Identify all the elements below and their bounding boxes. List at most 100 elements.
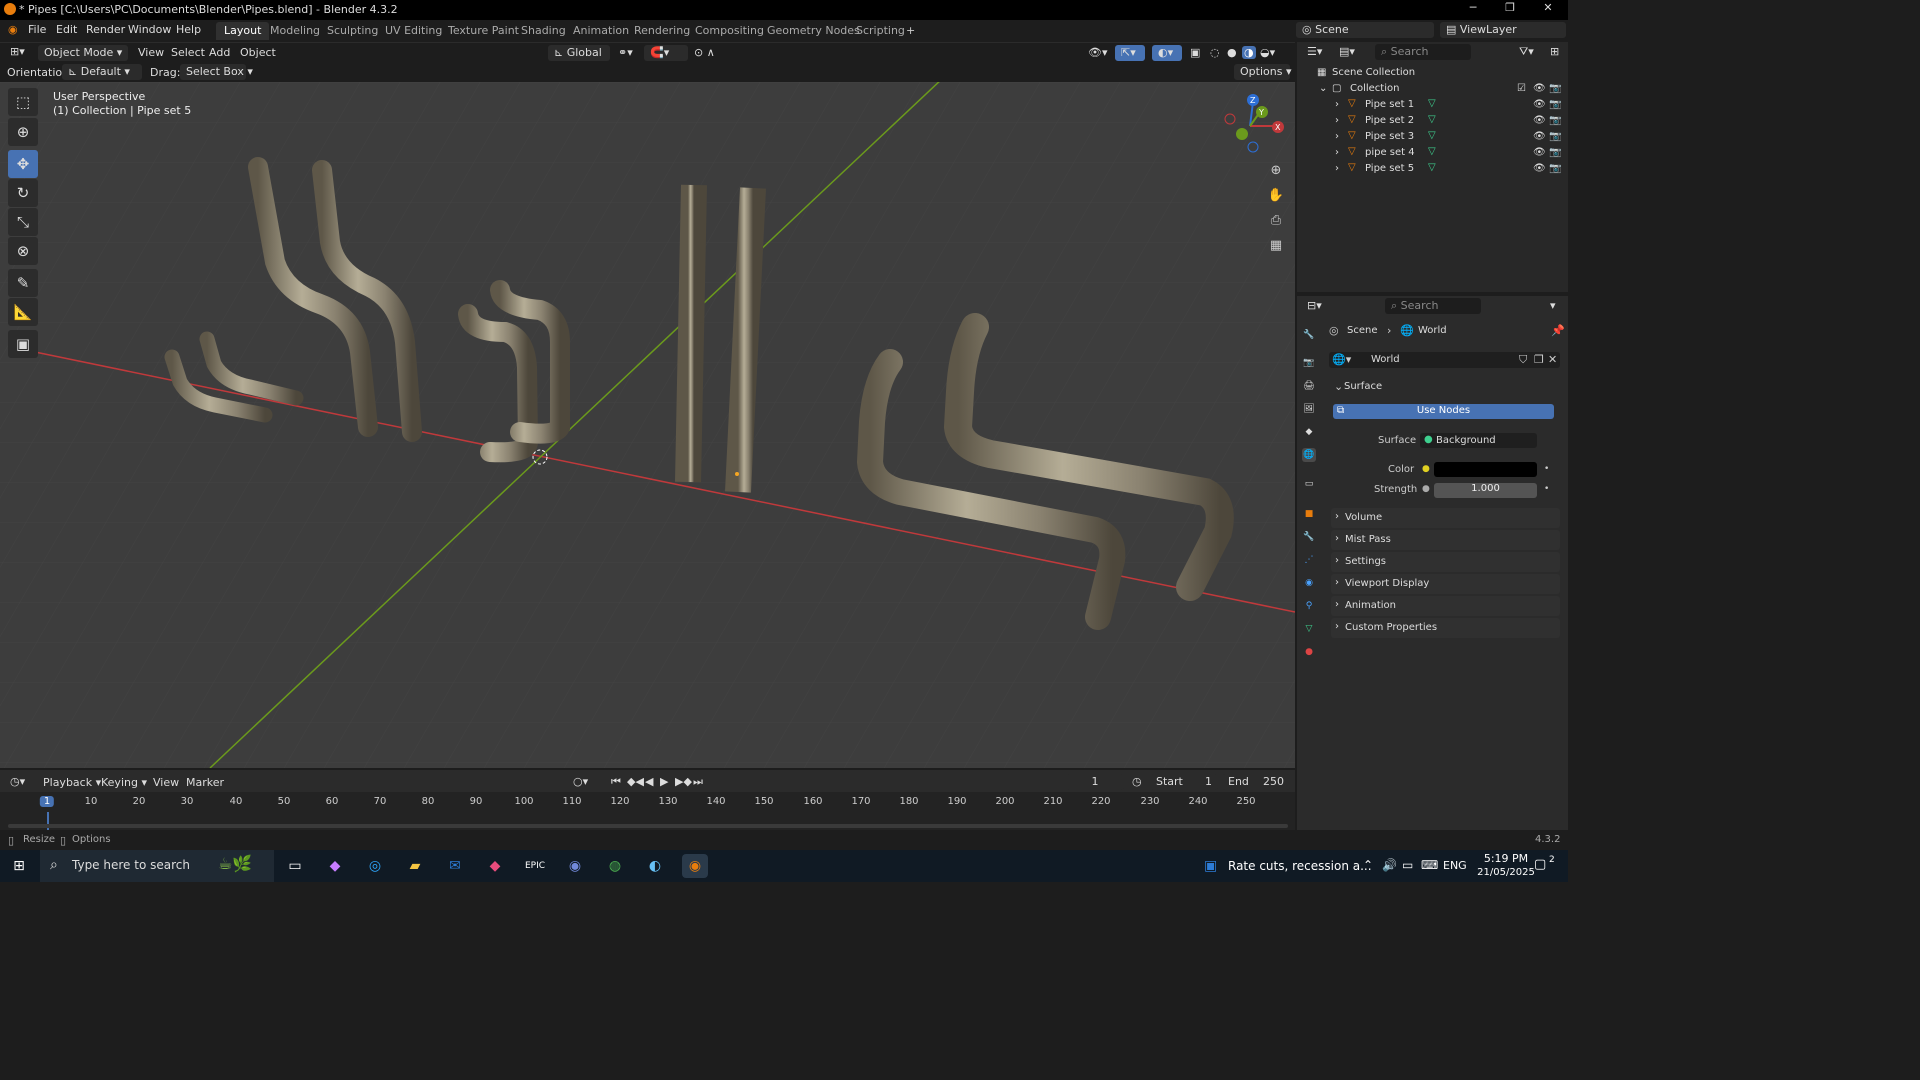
material-tab-icon[interactable]: ● — [1302, 645, 1316, 659]
render-menu[interactable]: Render — [86, 23, 125, 36]
outliner-item-pipe-set-3[interactable]: › ▽ Pipe set 3 ▽ 👁 📷 — [1297, 129, 1568, 145]
transform-orientation-dropdown[interactable]: ⊾ Global — [548, 45, 610, 61]
measure-icon[interactable]: 📐 — [8, 298, 38, 326]
discord-icon[interactable]: ◉ — [562, 854, 588, 878]
camera-icon[interactable]: 📷 — [1549, 115, 1561, 126]
zoom-icon[interactable]: ⊕ — [1265, 160, 1287, 182]
viewport-display-panel[interactable]: › Viewport Display — [1331, 574, 1560, 594]
expand-arrow-icon[interactable]: › — [1335, 131, 1339, 142]
strength-slider[interactable]: 1.000 — [1434, 483, 1537, 498]
pan-hand-icon[interactable]: ✋ — [1265, 185, 1287, 207]
fake-user-icon[interactable]: ⛉ — [1519, 353, 1527, 367]
surface-panel-header[interactable]: ⌄ Surface — [1331, 379, 1560, 395]
pin-icon[interactable]: 📌 — [1551, 324, 1565, 337]
select-box-icon[interactable]: ⬚ — [8, 88, 38, 116]
camera-icon[interactable]: 📷 — [1549, 83, 1561, 94]
auto-keying-icon[interactable]: ○▾ — [573, 775, 588, 788]
select-menu[interactable]: Select — [171, 46, 205, 59]
help-menu[interactable]: Help — [176, 23, 201, 36]
camera-icon[interactable]: 📷 — [1549, 147, 1561, 158]
shading-rendered-icon[interactable]: ◒▾ — [1260, 46, 1275, 59]
tab-texture-paint[interactable]: Texture Paint — [448, 22, 519, 40]
color-swatch[interactable] — [1434, 462, 1537, 477]
outlook-icon[interactable]: ✉ — [442, 854, 468, 878]
tab-shading[interactable]: Shading — [521, 22, 566, 40]
collection-tab-icon[interactable]: ▭ — [1302, 477, 1316, 491]
shading-solid-icon[interactable]: ● — [1227, 46, 1237, 59]
jump-keyframe-back-icon[interactable]: ◆◀ — [627, 775, 644, 788]
world-name-field[interactable]: World — [1371, 354, 1400, 365]
view-layer-tab-icon[interactable]: 🖼 — [1302, 402, 1316, 416]
strength-socket-icon[interactable]: ● — [1422, 484, 1430, 494]
display-mode-icon[interactable]: ▤▾ — [1339, 45, 1355, 58]
shading-wireframe-icon[interactable]: ◌ — [1210, 46, 1220, 59]
add-cube-icon[interactable]: ▣ — [8, 330, 38, 358]
add-menu[interactable]: Add — [209, 46, 230, 59]
constraints-tab-icon[interactable]: ⚲ — [1302, 599, 1316, 613]
chrome-icon[interactable]: ◍ — [602, 854, 628, 878]
expand-arrow-icon[interactable]: › — [1335, 147, 1339, 158]
outliner-item-pipe-set-4[interactable]: › ▽ pipe set 4 ▽ 👁 📷 — [1297, 145, 1568, 161]
overlay-toggle[interactable]: ◐▾ — [1152, 45, 1182, 61]
object-tab-icon[interactable]: ■ — [1302, 507, 1316, 521]
marker-menu[interactable]: Marker — [186, 776, 224, 789]
custom-properties-panel[interactable]: › Custom Properties — [1331, 618, 1560, 638]
news-widget[interactable]: Rate cuts, recession a... — [1228, 859, 1372, 873]
edge-icon[interactable]: ◎ — [362, 854, 388, 878]
mode-dropdown[interactable]: Object Mode ▾ — [38, 45, 128, 61]
maximize-button[interactable]: ❐ — [1492, 1, 1528, 19]
checkbox-icon[interactable]: ☑ — [1517, 83, 1526, 94]
collection-row[interactable]: ⌄ ▢ Collection ☑ 👁 📷 — [1297, 81, 1568, 97]
edit-menu[interactable]: Edit — [56, 23, 77, 36]
eye-icon[interactable]: 👁 — [1533, 147, 1546, 158]
current-frame-marker[interactable]: 1 — [39, 796, 55, 807]
battery-icon[interactable]: ▭ — [1402, 858, 1413, 872]
start-frame-field[interactable]: Start 1 — [1150, 774, 1218, 790]
outliner-item-pipe-set-5[interactable]: › ▽ Pipe set 5 ▽ 👁 📷 — [1297, 161, 1568, 177]
outliner-item-pipe-set-1[interactable]: › ▽ Pipe set 1 ▽ 👁 📷 — [1297, 97, 1568, 113]
annotate-icon[interactable]: ✎ — [8, 269, 38, 297]
scene-selector[interactable]: ◎ Scene — [1296, 22, 1434, 38]
window-menu[interactable]: Window — [128, 23, 171, 36]
outliner-search-input[interactable]: ⌕ Search — [1375, 44, 1471, 60]
play-reverse-icon[interactable]: ◀ — [645, 775, 653, 788]
use-nodes-button[interactable]: ⧉ Use Nodes — [1333, 404, 1554, 419]
properties-options-icon[interactable]: ▾ — [1550, 299, 1556, 312]
keying-menu[interactable]: Keying ▾ — [101, 776, 147, 789]
surface-shader-dropdown[interactable]: ● Background — [1420, 433, 1537, 448]
playback-menu[interactable]: Playback ▾ — [43, 776, 101, 789]
timeline-editor-icon[interactable]: ◷▾ — [10, 775, 25, 788]
perspective-toggle-icon[interactable]: ▦ — [1265, 235, 1287, 257]
epic-games-icon[interactable]: EPIC — [522, 854, 548, 878]
world-tab-icon[interactable]: 🌐 — [1302, 448, 1316, 462]
current-frame-field[interactable]: 1 — [1066, 774, 1124, 790]
snap-toggle[interactable]: 🧲▾ — [644, 45, 688, 61]
tab-compositing[interactable]: Compositing — [695, 22, 764, 40]
camera-view-icon[interactable]: ⎙ — [1265, 210, 1287, 232]
tray-chevron-icon[interactable]: ⌃ — [1363, 858, 1373, 872]
particles-tab-icon[interactable]: ⋰ — [1302, 553, 1316, 567]
scene-tab-icon[interactable]: ◆ — [1302, 425, 1316, 439]
file-menu[interactable]: File — [28, 23, 46, 36]
steam-icon[interactable]: ◐ — [642, 854, 668, 878]
world-browse-icon[interactable]: 🌐▾ — [1332, 353, 1351, 366]
minimize-button[interactable]: ─ — [1455, 1, 1491, 19]
tab-animation[interactable]: Animation — [573, 22, 629, 40]
jump-end-icon[interactable]: ⏭ — [693, 775, 703, 789]
mist-pass-panel[interactable]: › Mist Pass — [1331, 530, 1560, 550]
taskbar-search-box[interactable]: ⌕ Type here to search ☕🌿 — [40, 850, 274, 882]
outliner-item-pipe-set-2[interactable]: › ▽ Pipe set 2 ▽ 👁 📷 — [1297, 113, 1568, 129]
eye-icon[interactable]: 👁 — [1533, 131, 1546, 142]
scale-icon[interactable]: ⤡ — [8, 208, 38, 236]
properties-search-input[interactable]: ⌕ Search — [1385, 298, 1481, 314]
view-menu[interactable]: View — [138, 46, 164, 59]
axis-gizmo[interactable]: Z X Y — [1218, 90, 1288, 158]
settings-panel[interactable]: › Settings — [1331, 552, 1560, 572]
navigation-gizmo[interactable]: Z X Y ⊕ ✋ ⎙ ▦ — [1218, 90, 1288, 260]
expand-arrow-icon[interactable]: › — [1335, 99, 1339, 110]
app-icon[interactable]: ◆ — [482, 854, 508, 878]
keyframe-dot-icon[interactable]: • — [1544, 464, 1549, 474]
tab-uv-editing[interactable]: UV Editing — [385, 22, 442, 40]
tab-sculpting[interactable]: Sculpting — [327, 22, 378, 40]
animation-panel[interactable]: › Animation — [1331, 596, 1560, 616]
